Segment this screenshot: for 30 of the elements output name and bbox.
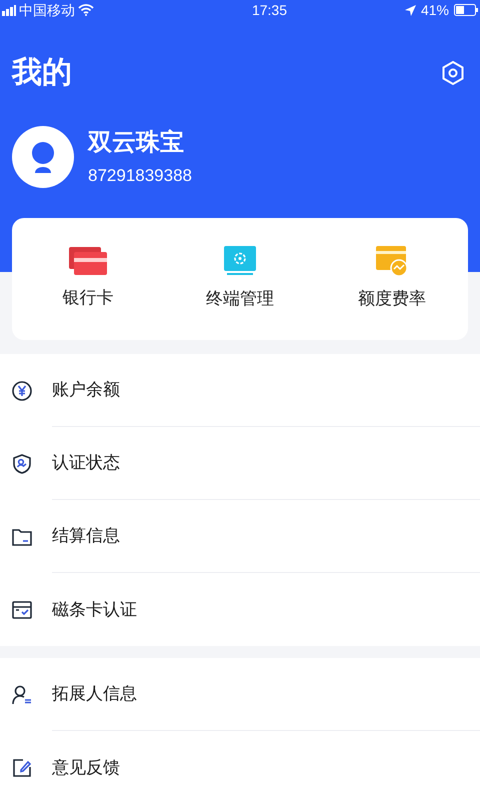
menu-item[interactable]: 认证状态 — [52, 450, 120, 476]
person-icon — [11, 684, 33, 706]
shield-icon — [11, 452, 33, 474]
battery-percent: 41% — [420, 0, 449, 20]
page-title: 我的 — [12, 55, 72, 91]
clock-time: 17:35 — [252, 0, 287, 20]
wifi-icon — [78, 4, 94, 16]
settings-icon — [440, 60, 466, 86]
card-check-icon — [11, 598, 33, 620]
credit-card-icon — [69, 247, 107, 276]
location-arrow-icon — [404, 4, 416, 16]
edit-icon — [11, 756, 33, 778]
battery-icon — [454, 4, 478, 16]
menu-item[interactable]: 意见反馈 — [52, 754, 120, 780]
yuan-icon — [11, 380, 33, 402]
person-icon — [30, 140, 56, 173]
merchant-name: 双云珠宝 — [88, 128, 185, 158]
menu-item[interactable]: 结算信息 — [52, 523, 120, 549]
signal-icon — [2, 4, 16, 16]
shortcut-button[interactable]: 银行卡 — [12, 247, 164, 311]
menu-item[interactable]: 拓展人信息 — [52, 681, 137, 707]
shortcut-button[interactable]: 终端管理 — [164, 246, 316, 312]
card-chart-icon — [376, 246, 408, 276]
gear-screen-icon — [224, 246, 256, 276]
menu-item[interactable]: 磁条卡认证 — [52, 596, 137, 622]
menu-item[interactable]: 账户余额 — [52, 377, 120, 403]
settings-button[interactable] — [440, 60, 466, 86]
account-number: 87291839388 — [88, 165, 192, 187]
shortcut-button[interactable]: 额度费率 — [316, 246, 468, 312]
carrier-name: 中国移动 — [19, 0, 75, 20]
